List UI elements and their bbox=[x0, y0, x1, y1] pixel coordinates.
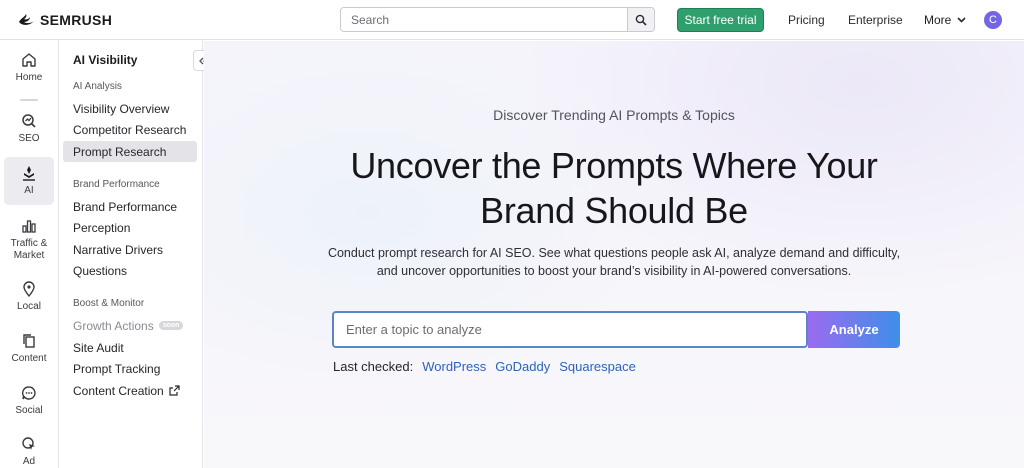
rail-item-local[interactable]: Local bbox=[4, 281, 54, 313]
main-content: Discover Trending AI Prompts & Topics Un… bbox=[204, 41, 1024, 468]
sidebar-section-boost-monitor: Boost & Monitor bbox=[73, 298, 145, 309]
sidebar-item-label: Prompt Tracking bbox=[73, 361, 161, 376]
sidebar-item-label: Visibility Overview bbox=[73, 101, 170, 116]
sidebar-item-narrative-drivers[interactable]: Narrative Drivers bbox=[63, 239, 197, 260]
sidebar-section-brand-performance: Brand Performance bbox=[73, 179, 160, 190]
start-free-trial-button[interactable]: Start free trial bbox=[677, 8, 764, 32]
semrush-flame-icon bbox=[19, 14, 34, 25]
product-rail: Home SEO AI Traffic & Market Local Conte… bbox=[0, 40, 59, 468]
page-eyebrow: Discover Trending AI Prompts & Topics bbox=[493, 107, 735, 123]
content-icon bbox=[23, 334, 35, 348]
chevron-down-icon bbox=[957, 17, 966, 23]
rail-label: Local bbox=[17, 301, 41, 312]
home-icon bbox=[22, 53, 36, 67]
page-title: Uncover the Prompts Where Your Brand Sho… bbox=[350, 145, 878, 231]
sidebar-item-label: Brand Performance bbox=[73, 199, 178, 214]
location-pin-icon bbox=[23, 281, 35, 297]
sidebar-item-label: Competitor Research bbox=[73, 122, 187, 137]
soon-badge: soon bbox=[158, 321, 184, 330]
sidebar-item-prompt-tracking[interactable]: Prompt Tracking bbox=[63, 358, 197, 379]
rail-label: SEO bbox=[18, 133, 40, 144]
rail-label: Content bbox=[11, 353, 47, 364]
sidebar-item-label: Questions bbox=[73, 263, 128, 278]
brand-name: SEMRUSH bbox=[40, 12, 113, 28]
sidebar-item-label: Growth Actions bbox=[73, 318, 154, 333]
analyze-button[interactable]: Analyze bbox=[808, 311, 900, 348]
sidebar-item-label: Prompt Research bbox=[73, 144, 167, 159]
more-label: More bbox=[924, 13, 952, 27]
rail-item-ad[interactable]: Ad bbox=[4, 436, 54, 468]
user-avatar[interactable]: C bbox=[984, 11, 1002, 29]
rail-item-social[interactable]: Social bbox=[4, 385, 54, 417]
search-button[interactable] bbox=[627, 8, 654, 31]
more-menu[interactable]: More bbox=[924, 13, 966, 27]
rail-label: AI bbox=[24, 185, 34, 196]
topic-input[interactable] bbox=[332, 311, 808, 348]
ai-visibility-sidebar: AI Visibility AI Analysis Visibility Ove… bbox=[60, 40, 212, 468]
rail-item-home[interactable]: Home bbox=[4, 52, 54, 84]
rail-item-traffic-market[interactable]: Traffic & Market bbox=[4, 218, 54, 262]
semrush-logo[interactable]: SEMRUSH bbox=[18, 12, 112, 28]
sidebar-title: AI Visibility bbox=[73, 53, 138, 67]
pricing-link[interactable]: Pricing bbox=[788, 13, 825, 27]
sidebar-section-ai-analysis: AI Analysis bbox=[73, 81, 122, 92]
rail-label: Home bbox=[15, 72, 43, 83]
seo-icon bbox=[22, 114, 36, 128]
external-link-icon bbox=[169, 385, 180, 396]
ad-cursor-icon bbox=[22, 437, 35, 450]
last-checked-row: Last checked: WordPress GoDaddy Squaresp… bbox=[333, 359, 636, 374]
sidebar-item-growth-actions: Growth Actions soon bbox=[63, 315, 197, 336]
sidebar-item-label: Perception bbox=[73, 220, 131, 235]
sidebar-item-content-creation[interactable]: Content Creation bbox=[63, 380, 197, 401]
chat-icon bbox=[22, 386, 36, 400]
sidebar-item-competitor-research[interactable]: Competitor Research bbox=[63, 119, 197, 140]
sidebar-item-site-audit[interactable]: Site Audit bbox=[63, 337, 197, 358]
search-icon bbox=[635, 14, 647, 26]
search-bar[interactable] bbox=[340, 7, 655, 32]
sidebar-item-prompt-research[interactable]: Prompt Research bbox=[63, 141, 197, 162]
page-description: Conduct prompt research for AI SEO. See … bbox=[327, 246, 901, 278]
sidebar-item-questions[interactable]: Questions bbox=[63, 260, 197, 281]
enterprise-link[interactable]: Enterprise bbox=[848, 13, 903, 27]
top-bar: SEMRUSH Start free trial Pricing Enterpr… bbox=[0, 0, 1024, 40]
rail-item-content[interactable]: Content bbox=[4, 333, 54, 365]
last-checked-link-squarespace[interactable]: Squarespace bbox=[559, 359, 636, 374]
sidebar-item-label: Narrative Drivers bbox=[73, 242, 164, 257]
last-checked-label: Last checked: bbox=[333, 359, 414, 374]
rail-item-ai[interactable]: AI bbox=[4, 157, 54, 205]
rail-label: Ad bbox=[22, 456, 36, 467]
sidebar-item-label: Site Audit bbox=[73, 340, 124, 355]
sidebar-item-visibility-overview[interactable]: Visibility Overview bbox=[63, 98, 197, 119]
rail-item-seo[interactable]: SEO bbox=[4, 113, 54, 145]
last-checked-link-godaddy[interactable]: GoDaddy bbox=[495, 359, 550, 374]
sidebar-item-label: Content Creation bbox=[73, 383, 164, 398]
last-checked-link-wordpress[interactable]: WordPress bbox=[422, 359, 486, 374]
search-input[interactable] bbox=[341, 8, 627, 31]
bar-chart-icon bbox=[22, 220, 36, 233]
sidebar-item-perception[interactable]: Perception bbox=[63, 217, 197, 238]
rail-label: Social bbox=[15, 405, 43, 416]
rail-label: Traffic & Market bbox=[10, 238, 48, 261]
ai-icon bbox=[23, 166, 35, 181]
sidebar-item-brand-performance[interactable]: Brand Performance bbox=[63, 196, 197, 217]
rail-divider bbox=[20, 99, 38, 101]
